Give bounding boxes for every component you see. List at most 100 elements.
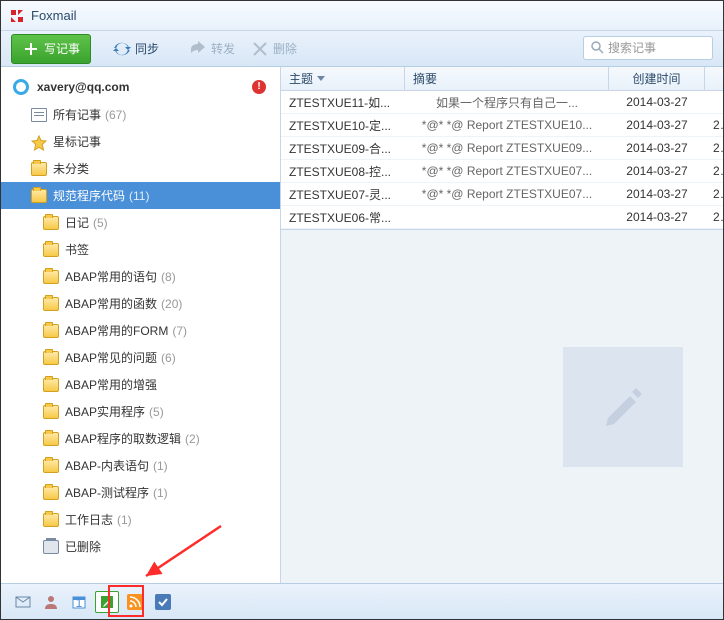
- bottom-bar: 1: [1, 583, 723, 619]
- sidebar-item-label: ABAP常用的函数: [65, 295, 157, 312]
- sidebar-folder[interactable]: 书签: [1, 236, 280, 263]
- sidebar-item-count: (8): [161, 270, 176, 284]
- sidebar-trash[interactable]: 已删除: [1, 533, 280, 560]
- sidebar-folder[interactable]: ABAP常用的语句(8): [1, 263, 280, 290]
- sidebar-folder[interactable]: ABAP常用的增强: [1, 371, 280, 398]
- sidebar-all-notes[interactable]: 所有记事 (67): [1, 101, 280, 128]
- cell-extra: 2(: [705, 187, 723, 201]
- cell-summary: *@* *@ Report ZTESTXUE07...: [405, 187, 609, 201]
- forward-button[interactable]: 转发: [181, 36, 243, 62]
- sidebar-item-label: ABAP实用程序: [65, 403, 145, 420]
- trash-icon: [43, 540, 59, 554]
- sidebar-uncategorized[interactable]: 未分类: [1, 155, 280, 182]
- folder-icon: [43, 486, 59, 500]
- table-row[interactable]: ZTESTXUE11-如...如果一个程序只有自己一...2014-03-27: [281, 91, 723, 114]
- folder-icon: [43, 378, 59, 392]
- sidebar-folder[interactable]: ABAP常见的问题(6): [1, 344, 280, 371]
- calendar-icon[interactable]: 1: [67, 591, 91, 613]
- cell-subject: ZTESTXUE06-常...: [281, 209, 405, 226]
- sidebar-item-label: 未分类: [53, 160, 89, 177]
- sidebar-item-count: (7): [172, 324, 187, 338]
- folder-icon: [31, 162, 47, 176]
- cell-date: 2014-03-27: [609, 187, 705, 201]
- sync-button[interactable]: 同步: [105, 36, 167, 62]
- sidebar-item-count: (2): [185, 432, 200, 446]
- sidebar-folder[interactable]: ABAP程序的取数逻辑(2): [1, 425, 280, 452]
- sidebar-item-label: 所有记事: [53, 106, 101, 123]
- search-box[interactable]: [583, 36, 713, 60]
- col-extra[interactable]: [705, 67, 723, 90]
- account-email: xavery@qq.com: [37, 80, 129, 94]
- sidebar-item-selected[interactable]: 规范程序代码 (11): [1, 182, 280, 209]
- folder-icon: [43, 459, 59, 473]
- folder-icon: [31, 189, 47, 203]
- sidebar-item-label: 规范程序代码: [53, 187, 125, 204]
- sidebar-item-count: (20): [161, 297, 182, 311]
- notes-icon[interactable]: [95, 591, 119, 613]
- cell-summary: *@* *@ Report ZTESTXUE07...: [405, 164, 609, 178]
- sidebar-item-label: 星标记事: [53, 133, 101, 150]
- sidebar: xavery@qq.com ! 所有记事 (67) 星标记事 未分类 规范程序代…: [1, 67, 281, 583]
- sidebar-folder[interactable]: ABAP-内表语句(1): [1, 452, 280, 479]
- col-created[interactable]: 创建时间: [609, 67, 705, 90]
- sidebar-folder[interactable]: ABAP常用的FORM (7): [1, 317, 280, 344]
- cell-date: 2014-03-27: [609, 164, 705, 178]
- forward-icon: [189, 40, 207, 58]
- sidebar-item-count: (5): [93, 216, 108, 230]
- delete-label: 删除: [273, 40, 297, 57]
- cell-subject: ZTESTXUE09-合...: [281, 140, 405, 157]
- cell-summary: *@* *@ Report ZTESTXUE10...: [405, 118, 609, 132]
- folder-icon: [43, 351, 59, 365]
- sidebar-item-label: ABAP常用的FORM: [65, 322, 168, 339]
- rss-icon[interactable]: [123, 591, 147, 613]
- write-note-button[interactable]: 写记事: [11, 34, 91, 64]
- sidebar-folder[interactable]: 工作日志 (1): [1, 506, 280, 533]
- folder-icon: [43, 297, 59, 311]
- account-header[interactable]: xavery@qq.com !: [1, 73, 280, 101]
- sidebar-folder[interactable]: 日记 (5): [1, 209, 280, 236]
- sidebar-item-count: (1): [117, 513, 132, 527]
- sidebar-folder[interactable]: ABAP-测试程序(1): [1, 479, 280, 506]
- app-logo-icon: [9, 8, 25, 24]
- svg-text:1: 1: [76, 596, 83, 610]
- delete-button[interactable]: 删除: [243, 36, 305, 62]
- sidebar-folder[interactable]: ABAP常用的函数 (20): [1, 290, 280, 317]
- cell-date: 2014-03-27: [609, 95, 705, 109]
- sidebar-item-label: 日记: [65, 214, 89, 231]
- search-input[interactable]: [608, 41, 724, 55]
- table-row[interactable]: ZTESTXUE09-合...*@* *@ Report ZTESTXUE09.…: [281, 137, 723, 160]
- col-subject[interactable]: 主题: [281, 67, 405, 90]
- avatar-icon: [13, 79, 29, 95]
- document-icon: [31, 108, 47, 122]
- table-row[interactable]: ZTESTXUE07-灵...*@* *@ Report ZTESTXUE07.…: [281, 183, 723, 206]
- write-note-label: 写记事: [44, 40, 80, 57]
- sidebar-item-count: (5): [149, 405, 164, 419]
- forward-label: 转发: [211, 40, 235, 57]
- cell-date: 2014-03-27: [609, 141, 705, 155]
- star-icon: [31, 135, 47, 149]
- content: xavery@qq.com ! 所有记事 (67) 星标记事 未分类 规范程序代…: [1, 67, 723, 583]
- sidebar-item-label: 工作日志: [65, 511, 113, 528]
- col-summary[interactable]: 摘要: [405, 67, 609, 90]
- table-row[interactable]: ZTESTXUE10-定...*@* *@ Report ZTESTXUE10.…: [281, 114, 723, 137]
- contacts-icon[interactable]: [39, 591, 63, 613]
- col-summary-label: 摘要: [413, 70, 437, 87]
- table-row[interactable]: ZTESTXUE08-控...*@* *@ Report ZTESTXUE07.…: [281, 160, 723, 183]
- cell-subject: ZTESTXUE07-灵...: [281, 186, 405, 203]
- warning-badge[interactable]: !: [252, 80, 266, 94]
- main-panel: 主题 摘要 创建时间 ZTESTXUE11-如...如果一个程序只有自己一...…: [281, 67, 723, 583]
- table-row[interactable]: ZTESTXUE06-常...2014-03-272(: [281, 206, 723, 229]
- sidebar-starred[interactable]: 星标记事: [1, 128, 280, 155]
- sidebar-item-label: 书签: [65, 241, 89, 258]
- cell-summary: *@* *@ Report ZTESTXUE09...: [405, 141, 609, 155]
- sync-icon: [113, 40, 131, 58]
- todo-icon[interactable]: [151, 591, 175, 613]
- folder-icon: [43, 432, 59, 446]
- plus-icon: [22, 40, 40, 58]
- cell-date: 2014-03-27: [609, 210, 705, 224]
- toolbar: 写记事 同步 转发 删除: [1, 31, 723, 67]
- mail-icon[interactable]: [11, 591, 35, 613]
- sidebar-folder[interactable]: ABAP实用程序 (5): [1, 398, 280, 425]
- cell-subject: ZTESTXUE11-如...: [281, 94, 405, 111]
- cell-extra: 2(: [705, 118, 723, 132]
